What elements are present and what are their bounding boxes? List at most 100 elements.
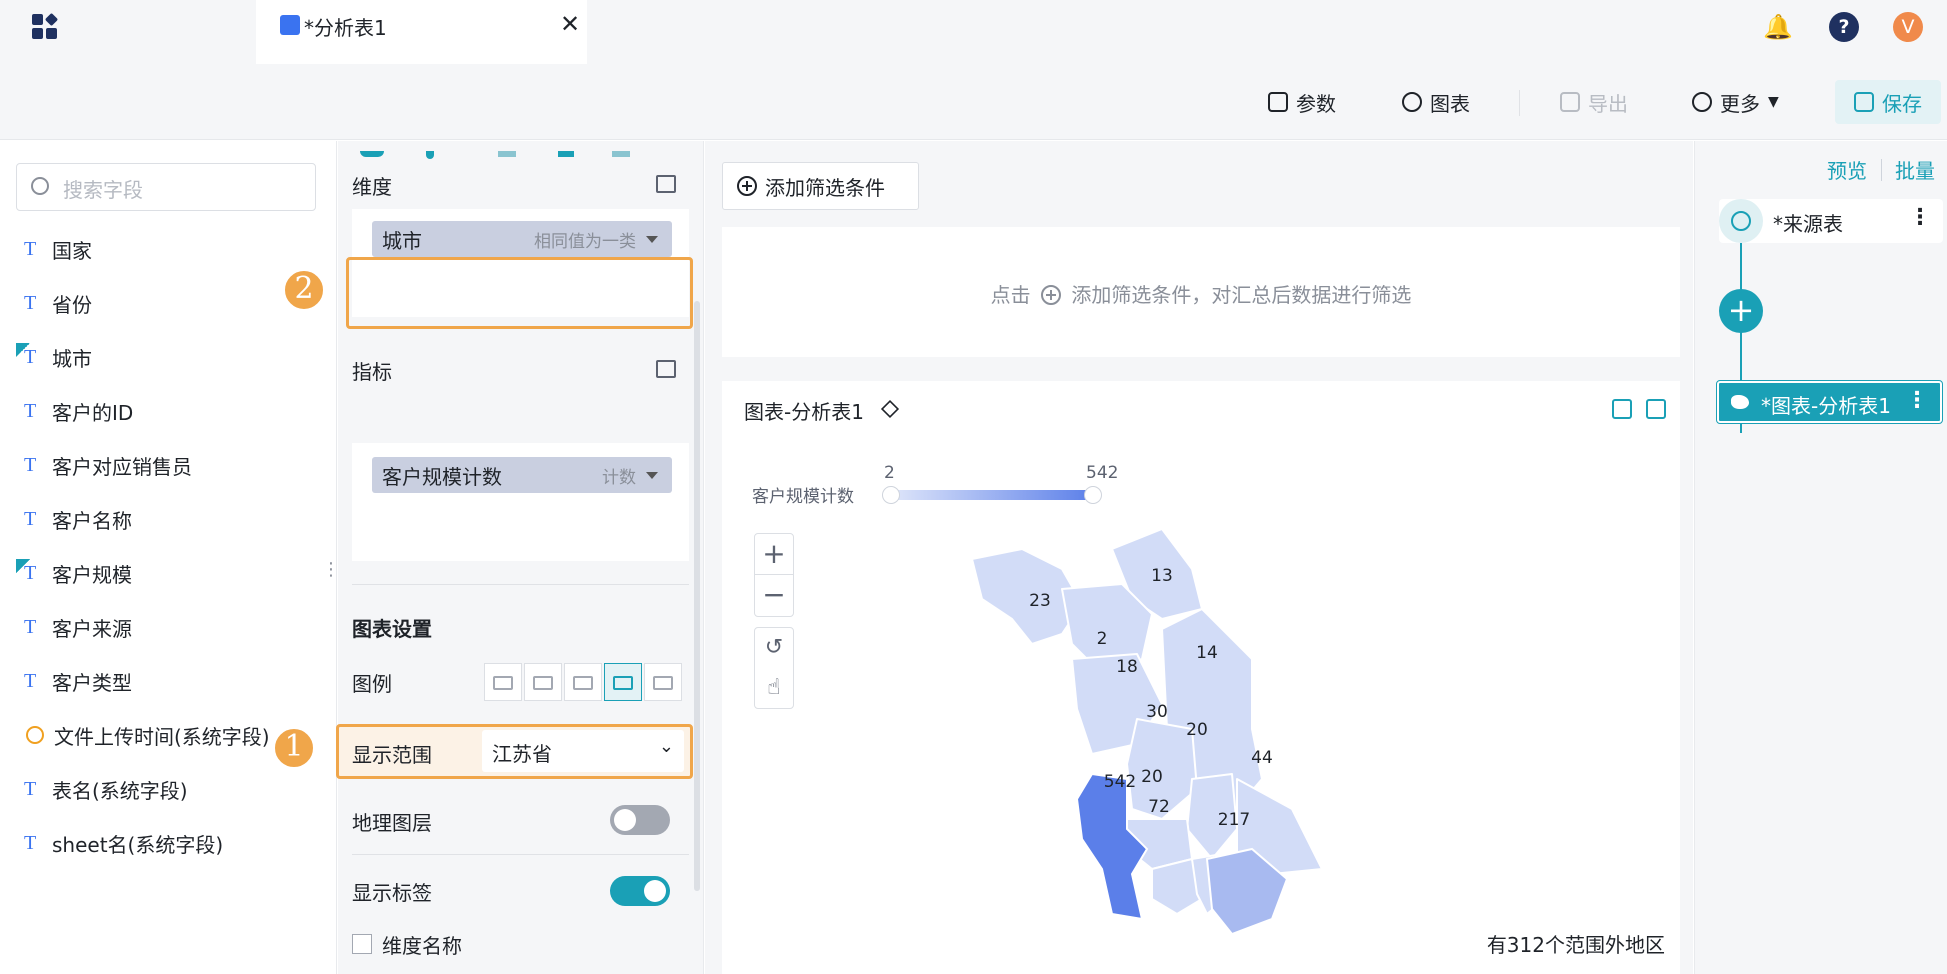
field-item[interactable]: T 国家 xyxy=(24,233,92,265)
caret-down-icon[interactable] xyxy=(646,236,658,243)
zoom-out-button[interactable]: − xyxy=(755,575,793,616)
save-button[interactable]: 保存 xyxy=(1835,80,1941,124)
add-filter-button[interactable]: 添加筛选条件 xyxy=(722,162,919,210)
field-list-panel: 搜索字段 T 国家 T 省份 T 城市 T 客户的ID T 客户对应销售员 T 客户名称 T 客户规模 T 客… xyxy=(0,141,340,974)
chart-config-panel: 维度 城市 相同值为一类 2 指标 客户规模计数 计数 图表设置 图例 显示范围… xyxy=(272,141,704,974)
chart-label: 图表 xyxy=(1430,91,1470,116)
fullscreen-icon[interactable] xyxy=(1646,399,1666,419)
pan-hand-icon[interactable]: ☝ xyxy=(755,668,793,708)
node-menu-icon[interactable]: ⋮ xyxy=(1906,388,1928,413)
legend-top-option[interactable] xyxy=(604,663,642,701)
legend-left-option[interactable] xyxy=(564,663,602,701)
search-placeholder: 搜索字段 xyxy=(63,178,143,202)
field-search-input[interactable]: 搜索字段 xyxy=(16,163,316,211)
params-label: 参数 xyxy=(1296,91,1336,116)
reset-icon[interactable]: ↺ xyxy=(755,628,793,668)
chart-card: 图表-分析表1 客户规模计数 2 542 + − ↺ ☝ 13 23 2 18 … xyxy=(722,381,1680,974)
field-label: 省份 xyxy=(52,292,92,317)
field-item[interactable]: T 客户的ID xyxy=(24,395,133,427)
metric-dropzone[interactable]: 客户规模计数 计数 xyxy=(352,443,689,561)
add-node-button[interactable]: + xyxy=(1719,289,1763,333)
legend-bottom-option[interactable] xyxy=(644,663,682,701)
text-type-icon: T xyxy=(24,831,37,854)
range-select-value: 江苏省 xyxy=(492,742,552,766)
geo-layer-toggle[interactable] xyxy=(610,805,670,835)
visualmap-max-handle[interactable] xyxy=(1084,486,1102,504)
sort-icon[interactable] xyxy=(1612,399,1632,419)
field-item[interactable]: T 省份 xyxy=(24,287,92,319)
dimension-pill-label: 城市 xyxy=(382,229,422,253)
jiangsu-map[interactable]: 132321814302044542 2072217 xyxy=(952,529,1412,949)
range-select[interactable]: 江苏省 ⌄ xyxy=(482,730,684,772)
tab-analysis-table[interactable]: *分析表1 ✕ xyxy=(256,0,587,64)
text-type-icon: T xyxy=(24,237,37,260)
bell-icon[interactable]: 🔔 xyxy=(1763,12,1793,42)
legend-right-option[interactable] xyxy=(524,663,562,701)
field-item[interactable]: T 客户来源 xyxy=(24,611,132,643)
params-button[interactable]: 参数 xyxy=(1268,86,1336,118)
show-labels-toggle[interactable] xyxy=(610,876,670,906)
caret-down-icon[interactable] xyxy=(646,472,658,479)
text-type-icon: T xyxy=(24,777,37,800)
visualmap-label: 客户规模计数 xyxy=(752,487,854,507)
toolbar-divider xyxy=(1519,90,1520,116)
text-type-icon: T xyxy=(24,507,37,530)
region-value-label: 18 xyxy=(1116,657,1138,677)
text-type-icon: T xyxy=(24,615,37,638)
more-button[interactable]: 更多 ▼ xyxy=(1692,86,1779,118)
tab-title: *分析表1 xyxy=(304,16,387,40)
field-label: 客户类型 xyxy=(52,670,132,695)
node-menu-icon[interactable]: ⋮ xyxy=(1909,205,1931,230)
preview-button[interactable]: 预览 xyxy=(1827,155,1867,184)
field-item[interactable]: Tsheet名(系统字段) xyxy=(24,827,223,859)
metric-pill-label: 客户规模计数 xyxy=(382,465,502,489)
field-item[interactable]: T 客户类型 xyxy=(24,665,132,697)
visualmap-max: 542 xyxy=(1086,463,1119,483)
edit-pencil-icon[interactable] xyxy=(880,399,900,419)
legend-none-option[interactable] xyxy=(484,663,522,701)
zoom-in-button[interactable]: + xyxy=(755,534,793,575)
field-item[interactable]: T 客户对应销售员 xyxy=(24,449,192,481)
clock-icon xyxy=(26,726,44,744)
visualmap-min-handle[interactable] xyxy=(882,486,900,504)
filter-hint-prefix: 点击 xyxy=(990,283,1031,307)
chart-node[interactable]: *图表-分析表1 ⋮ xyxy=(1716,380,1943,424)
show-labels-label: 显示标签 xyxy=(352,881,432,905)
field-label: 客户的ID xyxy=(52,400,134,425)
chart-type-strip[interactable] xyxy=(360,151,680,165)
save-label: 保存 xyxy=(1882,91,1922,116)
visualmap-slider[interactable] xyxy=(882,486,1102,504)
target-icon xyxy=(1719,199,1763,243)
chart-line-icon xyxy=(280,15,300,35)
add-chart-button[interactable]: 图表 xyxy=(1402,86,1470,118)
field-item[interactable]: T 客户名称 xyxy=(24,503,132,535)
source-table-node[interactable]: *来源表 ⋮ xyxy=(1719,199,1943,243)
field-item[interactable]: T 城市 xyxy=(24,341,92,373)
config-scrollbar[interactable] xyxy=(694,301,700,891)
chart-title: 图表-分析表1 xyxy=(744,400,864,424)
add-filter-label: 添加筛选条件 xyxy=(765,175,885,200)
metric-pill[interactable]: 客户规模计数 计数 xyxy=(372,457,672,493)
highlight-dimension xyxy=(346,257,693,329)
dimension-pill[interactable]: 城市 相同值为一类 xyxy=(372,221,672,257)
dim-name-checkbox[interactable] xyxy=(352,934,372,954)
clear-metric-icon[interactable] xyxy=(656,360,676,378)
field-label: sheet名(系统字段) xyxy=(52,832,224,857)
export-button[interactable]: 导出 xyxy=(1560,86,1628,118)
field-label: 客户对应销售员 xyxy=(52,454,192,479)
user-avatar[interactable]: V xyxy=(1893,12,1923,42)
batch-button[interactable]: 批量 xyxy=(1895,155,1935,184)
field-item[interactable]: T 客户规模 xyxy=(24,557,132,589)
source-node-label: *来源表 xyxy=(1773,212,1843,236)
data-flow-panel: 预览 批量 *来源表 ⋮ + *图表-分析表1 ⋮ xyxy=(1694,141,1947,974)
close-icon[interactable]: ✕ xyxy=(560,10,580,38)
region-value-label: 23 xyxy=(1029,591,1051,611)
help-icon[interactable]: ? xyxy=(1829,12,1859,42)
field-item[interactable]: 文件上传时间(系统字段) xyxy=(24,719,270,751)
step-badge-1: 1 xyxy=(272,726,316,770)
legend-label: 图例 xyxy=(352,672,392,696)
region-value-label: 2 xyxy=(1097,629,1108,649)
apps-grid-icon[interactable] xyxy=(32,12,60,42)
clear-dimension-icon[interactable] xyxy=(656,175,676,193)
field-item[interactable]: T 表名(系统字段) xyxy=(24,773,188,805)
